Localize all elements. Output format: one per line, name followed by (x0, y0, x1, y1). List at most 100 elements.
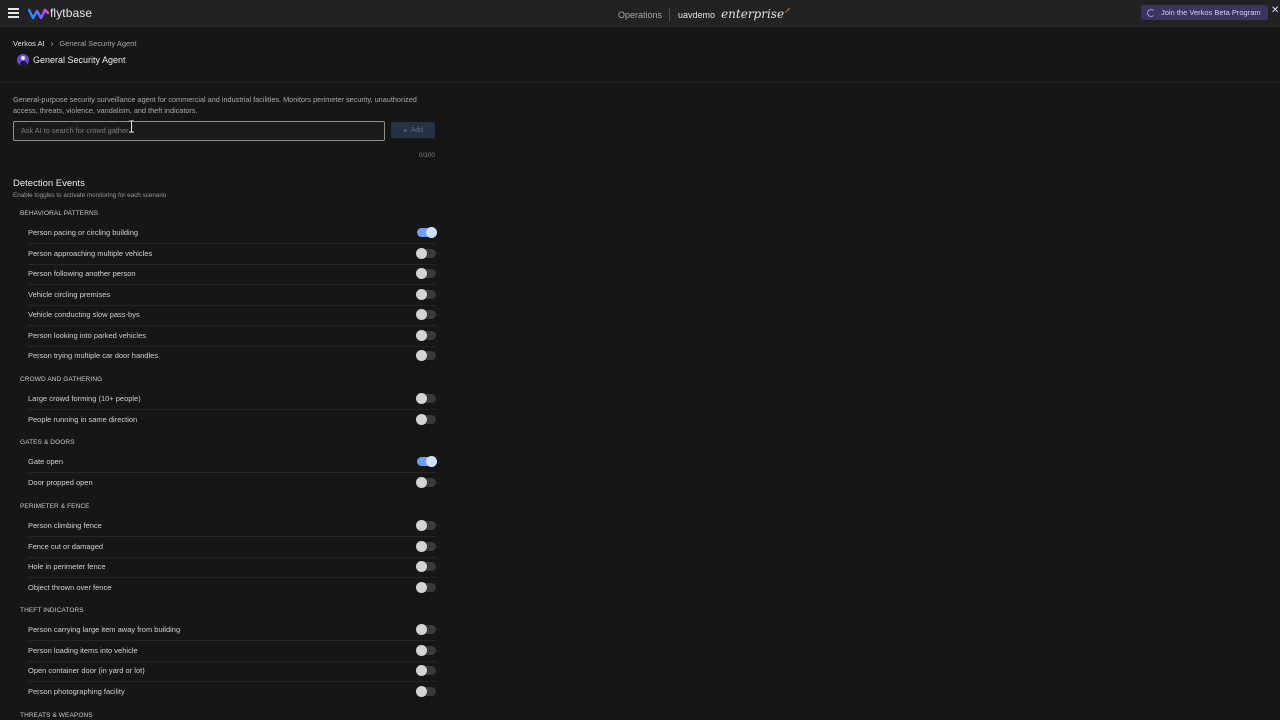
toggle-knob (416, 309, 427, 320)
detection-event-toggle[interactable] (416, 581, 436, 593)
detection-event-toggle[interactable] (416, 685, 436, 697)
detection-event-label: Person following another person (28, 269, 136, 278)
ai-search-input[interactable] (14, 122, 377, 138)
toggle-knob (416, 350, 427, 361)
category-heading: PERIMETER & FENCE (20, 503, 90, 510)
chevron-right-icon: › (50, 39, 54, 48)
plan-mark-icon: ↗ (784, 6, 791, 15)
category-heading: CROWD AND GATHERING (20, 376, 103, 383)
ai-search-box (13, 121, 385, 141)
section-title: Detection Events (13, 178, 85, 189)
detection-event-toggle[interactable] (416, 413, 436, 425)
plan-badge: enterprise↗ (721, 6, 791, 21)
workspace-nav: Operations uavdemo enterprise↗ (618, 6, 791, 22)
detection-event-toggle[interactable] (416, 309, 436, 320)
detection-event-toggle[interactable] (416, 288, 436, 300)
nav-operations[interactable]: Operations (618, 10, 662, 20)
toggle-knob (416, 476, 427, 488)
detection-event-row[interactable]: Hole in perimeter fence (28, 557, 436, 578)
category-heading: BEHAVIORAL PATTERNS (20, 210, 99, 217)
detection-event-row[interactable]: People running in same direction (28, 410, 436, 430)
toggle-knob (416, 561, 427, 572)
detection-event-row[interactable]: Door propped open (28, 473, 436, 493)
toggle-knob (416, 644, 427, 656)
detection-event-toggle[interactable] (416, 476, 436, 488)
detection-event-label: Gate open (28, 457, 64, 466)
spinner-icon (1147, 8, 1155, 17)
detection-event-row[interactable]: Object thrown over fence (28, 578, 436, 598)
breadcrumb-root[interactable]: Verkos AI (13, 39, 45, 48)
plan-label: enterprise (721, 7, 785, 21)
top-bar: flytbase Operations uavdemo enterprise↗ … (0, 0, 1280, 27)
detection-event-label: Person climbing fence (28, 521, 102, 530)
detection-event-label: Hole in perimeter fence (28, 562, 106, 571)
detection-event-toggle[interactable] (416, 561, 436, 572)
detection-event-row[interactable]: Person photographing facility (28, 682, 436, 702)
detection-event-row[interactable]: Fence cut or damaged (28, 537, 436, 558)
header-divider (0, 82, 1280, 83)
detection-event-toggle[interactable] (416, 624, 436, 635)
detection-event-toggle[interactable] (417, 456, 437, 467)
detection-event-toggle[interactable] (416, 247, 436, 259)
detection-event-label: Person trying multiple car door handles (28, 351, 159, 360)
text-cursor-icon (129, 120, 134, 133)
detection-event-row[interactable]: Gate open (28, 452, 437, 473)
detection-event-toggle[interactable] (416, 644, 436, 656)
add-button[interactable]: + Add (391, 122, 435, 138)
detection-event-row[interactable]: Vehicle conducting slow pass-bys (28, 305, 436, 326)
detection-event-toggle[interactable] (416, 329, 436, 341)
beta-program-label: Join the Verkos Beta Program (1161, 8, 1261, 17)
detection-event-label: Person looking into parked vehicles (28, 330, 146, 340)
flytbase-logo[interactable]: flytbase (28, 6, 92, 20)
detection-event-row[interactable]: Person approaching multiple vehicles (28, 244, 436, 265)
page-title: General Security Agent (17, 54, 126, 66)
detection-event-toggle[interactable] (417, 227, 437, 238)
toggle-knob (416, 288, 427, 300)
toggle-knob (416, 520, 427, 531)
detection-event-row[interactable]: Large crowd forming (10+ people) (28, 389, 436, 410)
detection-event-row[interactable]: Person carrying large item away from bui… (28, 620, 436, 641)
detection-event-row[interactable]: Person pacing or circling building (28, 223, 437, 244)
detection-event-toggle[interactable] (416, 540, 436, 552)
detection-event-label: Open container door (in yard or lot) (28, 666, 145, 675)
logo-text: flytbase (50, 6, 93, 20)
detection-event-row[interactable]: Person trying multiple car door handles (28, 346, 436, 366)
agent-name: General Security Agent (33, 55, 126, 65)
detection-event-toggle[interactable] (416, 665, 436, 676)
detection-event-row[interactable]: Person loading items into vehicle (28, 641, 436, 662)
detection-event-toggle[interactable] (416, 350, 436, 361)
detection-event-row[interactable]: Person looking into parked vehicles (28, 326, 436, 347)
detection-event-toggle[interactable] (416, 268, 436, 279)
close-icon[interactable]: ✕ (1271, 6, 1279, 16)
detection-event-label: People running in same direction (28, 414, 138, 424)
detection-event-label: Person pacing or circling building (28, 228, 139, 237)
detection-event-label: Person approaching multiple vehicles (28, 248, 153, 258)
toggle-knob (416, 393, 427, 404)
beta-program-button[interactable]: Join the Verkos Beta Program (1141, 5, 1268, 20)
breadcrumb: Verkos AI › General Security Agent (13, 39, 137, 48)
detection-event-row[interactable]: Open container door (in yard or lot) (28, 661, 436, 682)
toggle-knob (426, 456, 437, 467)
toggle-knob (416, 329, 427, 341)
toggle-knob (416, 624, 427, 635)
detection-event-row[interactable]: Person following another person (28, 264, 436, 285)
toggle-knob (426, 227, 437, 238)
toggle-knob (416, 247, 427, 259)
agent-description: General-purpose security surveillance ag… (13, 95, 417, 115)
detection-event-label: Person carrying large item away from bui… (28, 625, 181, 634)
detection-event-row[interactable]: Vehicle circling premises (28, 285, 436, 306)
detection-event-label: Vehicle conducting slow pass-bys (28, 310, 140, 319)
toggle-knob (416, 413, 427, 425)
org-name[interactable]: uavdemo (678, 10, 715, 20)
toggle-knob (416, 581, 427, 593)
character-counter: 0/300 (418, 152, 435, 159)
detection-event-row[interactable]: Person climbing fence (28, 516, 436, 537)
flytbase-logo-mark-icon (28, 8, 49, 19)
agent-avatar-icon (17, 54, 29, 66)
category-heading: THREATS & WEAPONS (20, 712, 93, 719)
hamburger-menu-icon[interactable] (8, 8, 19, 18)
detection-event-toggle[interactable] (416, 520, 436, 531)
detection-event-toggle[interactable] (416, 393, 436, 404)
detection-event-label: Large crowd forming (10+ people) (28, 394, 141, 403)
breadcrumb-current: General Security Agent (59, 39, 137, 48)
